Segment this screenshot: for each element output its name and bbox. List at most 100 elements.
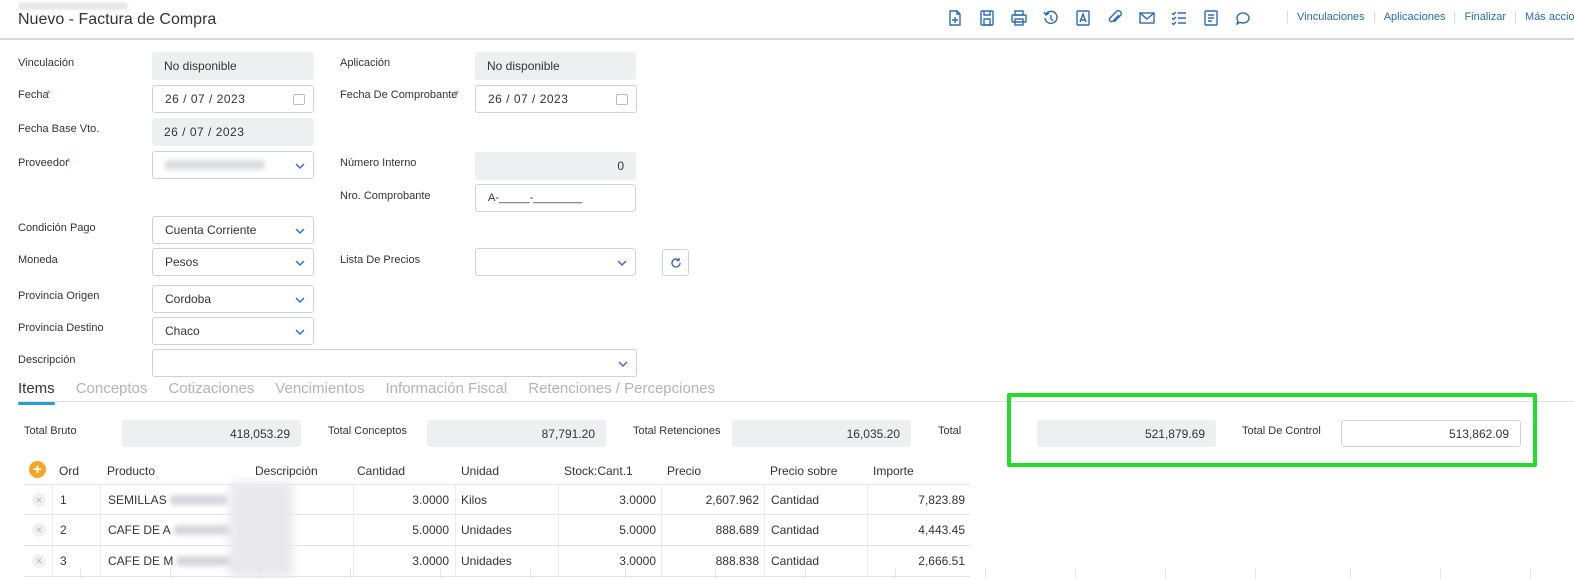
table-row[interactable]: ✕ 1 SEMILLAS 3.0000 Kilos 3.0000 2,607.9… xyxy=(24,484,970,515)
descripcion-input[interactable] xyxy=(152,349,637,377)
nro-comprobante-value: A-_____-________ xyxy=(488,192,583,204)
proveedor-select[interactable] xyxy=(152,151,314,179)
add-item-button[interactable]: + xyxy=(29,461,46,478)
new-document-icon[interactable] xyxy=(946,9,964,27)
moneda-select[interactable]: Pesos xyxy=(152,248,314,276)
row-stock[interactable]: 3.0000 xyxy=(559,485,656,515)
aplicaciones-link[interactable]: Aplicaciones xyxy=(1373,11,1455,23)
calendar-icon[interactable] xyxy=(293,94,305,105)
row-importe: 4,443.45 xyxy=(918,523,965,537)
print-icon[interactable] xyxy=(1010,9,1028,27)
pdf-icon[interactable] xyxy=(1074,9,1092,27)
refresh-prices-button[interactable] xyxy=(662,249,689,276)
tab-conceptos[interactable]: Conceptos xyxy=(76,380,148,401)
tab-informacion-fiscal[interactable]: Información Fiscal xyxy=(386,380,508,401)
row-producto[interactable]: CAFE DE A xyxy=(108,515,248,545)
fecha-base-vto-field: 26 / 07 / 2023 xyxy=(152,118,314,146)
proveedor-value-redacted xyxy=(165,160,265,170)
col-precio-sobre[interactable]: Precio sobre xyxy=(770,464,837,478)
row-stock[interactable]: 5.0000 xyxy=(559,515,656,545)
top-bar: Nuevo - Factura de Compra Vinculaciones … xyxy=(0,0,1574,40)
row-precio-sobre[interactable]: Cantidad xyxy=(771,485,819,515)
col-precio[interactable]: Precio xyxy=(667,464,701,478)
delete-row-icon[interactable]: ✕ xyxy=(32,554,46,568)
fecha-label: Fecha* xyxy=(18,89,50,101)
report-icon[interactable] xyxy=(1202,9,1220,27)
fecha-comprobante-input[interactable]: 26 / 07 / 2023 xyxy=(475,85,637,113)
total-value: 521,879.69 xyxy=(1144,426,1205,441)
row-producto-text: CAFE DE A xyxy=(108,523,171,537)
provincia-origen-value: Cordoba xyxy=(165,292,212,306)
descripcion-label: Descripción xyxy=(18,354,76,366)
refresh-icon xyxy=(670,257,681,268)
grid-header: + Ord Producto Descripción Cantidad Unid… xyxy=(24,458,970,484)
total-control-value: 513,862.09 xyxy=(1448,426,1509,441)
lista-precios-label: Lista De Precios xyxy=(340,254,421,266)
finalizar-link[interactable]: Finalizar xyxy=(1454,11,1515,23)
moneda-label: Moneda xyxy=(18,254,58,266)
fecha-comprobante-label: Fecha De Comprobante* xyxy=(340,89,459,101)
total-control-input[interactable]: 513,862.09 xyxy=(1341,420,1521,447)
chevron-down-icon xyxy=(618,358,628,368)
col-cantidad[interactable]: Cantidad xyxy=(357,464,405,478)
fecha-base-vto-label: Fecha Base Vto. xyxy=(18,123,100,135)
delete-row-icon[interactable]: ✕ xyxy=(32,493,46,507)
delete-row-icon[interactable]: ✕ xyxy=(32,523,46,537)
row-producto-text: CAFE DE M xyxy=(108,554,174,568)
row-cantidad[interactable]: 3.0000 xyxy=(354,485,449,515)
save-icon[interactable] xyxy=(978,9,996,27)
tab-cotizaciones[interactable]: Cotizaciones xyxy=(168,380,254,401)
fecha-input[interactable]: 26 / 07 / 2023 xyxy=(152,85,314,113)
table-row[interactable]: ✕ 2 CAFE DE A 5.0000 Unidades 5.0000 888… xyxy=(24,515,970,546)
lista-precios-select[interactable] xyxy=(475,248,636,276)
required-marker: * xyxy=(46,89,51,99)
col-producto[interactable]: Producto xyxy=(107,464,155,478)
vinculacion-label: Vinculación xyxy=(18,57,75,69)
chevron-down-icon xyxy=(295,326,305,336)
condicion-pago-select[interactable]: Cuenta Corriente xyxy=(152,216,314,244)
attach-icon[interactable] xyxy=(1106,9,1124,27)
fecha-comprobante-value: 26 / 07 / 2023 xyxy=(488,92,569,106)
total-field: 521,879.69 xyxy=(1037,420,1216,447)
row-precio[interactable]: 2,607.962 xyxy=(662,485,759,515)
col-ord[interactable]: Ord xyxy=(59,464,79,478)
provincia-origen-label: Provincia Origen xyxy=(18,290,100,302)
aplicacion-value: No disponible xyxy=(487,59,560,73)
checklist-icon[interactable] xyxy=(1170,9,1188,27)
page-title: Nuevo - Factura de Compra xyxy=(18,11,217,28)
condicion-pago-value: Cuenta Corriente xyxy=(165,223,257,237)
row-precio-sobre[interactable]: Cantidad xyxy=(771,515,819,545)
row-precio[interactable]: 888.689 xyxy=(662,515,759,545)
proveedor-label-text: Proveedor xyxy=(18,157,69,169)
mas-acciones-link[interactable]: Más accio xyxy=(1515,11,1574,23)
tab-retenciones-percepciones[interactable]: Retenciones / Percepciones xyxy=(528,380,715,401)
row-producto[interactable]: SEMILLAS xyxy=(108,485,248,515)
mail-icon[interactable] xyxy=(1138,9,1156,27)
col-unidad[interactable]: Unidad xyxy=(461,464,499,478)
row-cantidad[interactable]: 5.0000 xyxy=(354,515,449,545)
provincia-origen-select[interactable]: Cordoba xyxy=(152,285,314,313)
descripcion-redacted xyxy=(229,482,293,578)
comment-icon[interactable] xyxy=(1234,9,1252,27)
tab-vencimientos[interactable]: Vencimientos xyxy=(275,380,364,401)
toolbar xyxy=(946,7,1266,29)
calendar-icon[interactable] xyxy=(616,94,628,105)
condicion-pago-label: Condición Pago xyxy=(18,222,96,234)
col-importe[interactable]: Importe xyxy=(873,464,914,478)
total-retenciones-field: 16,035.20 xyxy=(732,420,911,447)
col-stock[interactable]: Stock:Cant.1 xyxy=(564,464,633,478)
vinculaciones-link[interactable]: Vinculaciones xyxy=(1287,11,1374,23)
tab-items[interactable]: Items xyxy=(18,380,55,405)
history-icon[interactable] xyxy=(1042,9,1060,27)
chevron-down-icon xyxy=(295,294,305,304)
provincia-destino-select[interactable]: Chaco xyxy=(152,317,314,345)
row-unidad[interactable]: Kilos xyxy=(461,485,487,515)
vinculacion-field: No disponible xyxy=(152,52,314,80)
numero-interno-field: 0 xyxy=(475,152,636,180)
proveedor-label: Proveedor* xyxy=(18,157,70,169)
total-retenciones-label: Total Retenciones xyxy=(633,425,721,437)
nro-comprobante-input[interactable]: A-_____-________ xyxy=(475,184,636,212)
total-retenciones-value: 16,035.20 xyxy=(846,426,900,441)
col-descripcion[interactable]: Descripción xyxy=(255,464,318,478)
row-unidad[interactable]: Unidades xyxy=(461,515,512,545)
